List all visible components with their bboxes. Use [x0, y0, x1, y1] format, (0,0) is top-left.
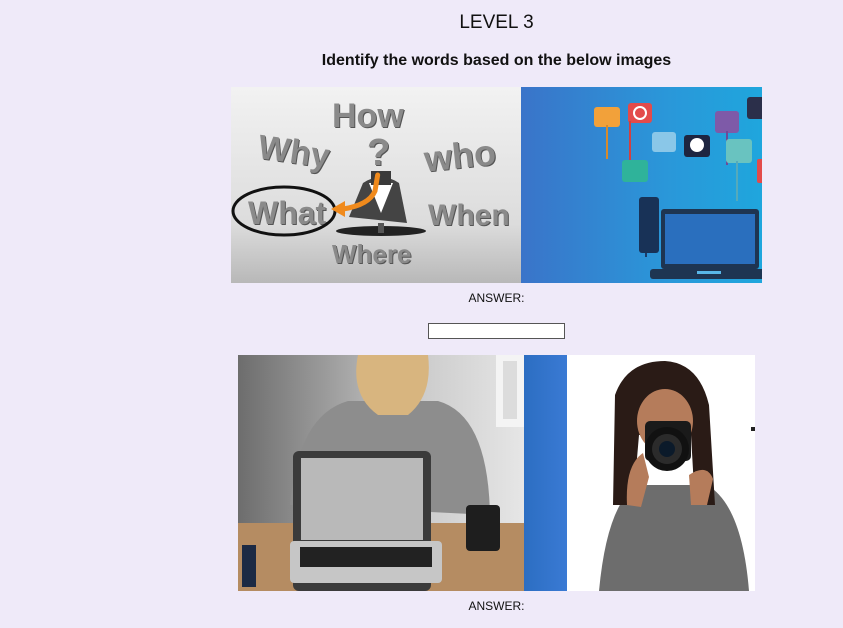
social-media-devices-image — [521, 87, 762, 283]
answer-label-2: ANSWER: — [468, 599, 525, 613]
puzzle1-images: How Why ? who What When Where — [231, 87, 762, 283]
answer-label-1: ANSWER: — [468, 291, 525, 305]
question-words-image: How Why ? who What When Where — [231, 87, 521, 283]
puzzle2-images — [238, 355, 755, 591]
photographer-illustration — [599, 361, 755, 591]
devices-illustration — [594, 97, 762, 279]
answer-input-1[interactable] — [428, 323, 565, 339]
level-title: LEVEL 3 — [459, 12, 534, 33]
photographer-image — [567, 355, 755, 591]
instructions-text: Identify the words based on the below im… — [321, 52, 672, 69]
thinking-man-illustration — [231, 171, 426, 237]
blue-divider-image — [524, 355, 567, 591]
woman-laptop-image — [238, 355, 524, 591]
laptop-scene-illustration — [238, 355, 524, 591]
